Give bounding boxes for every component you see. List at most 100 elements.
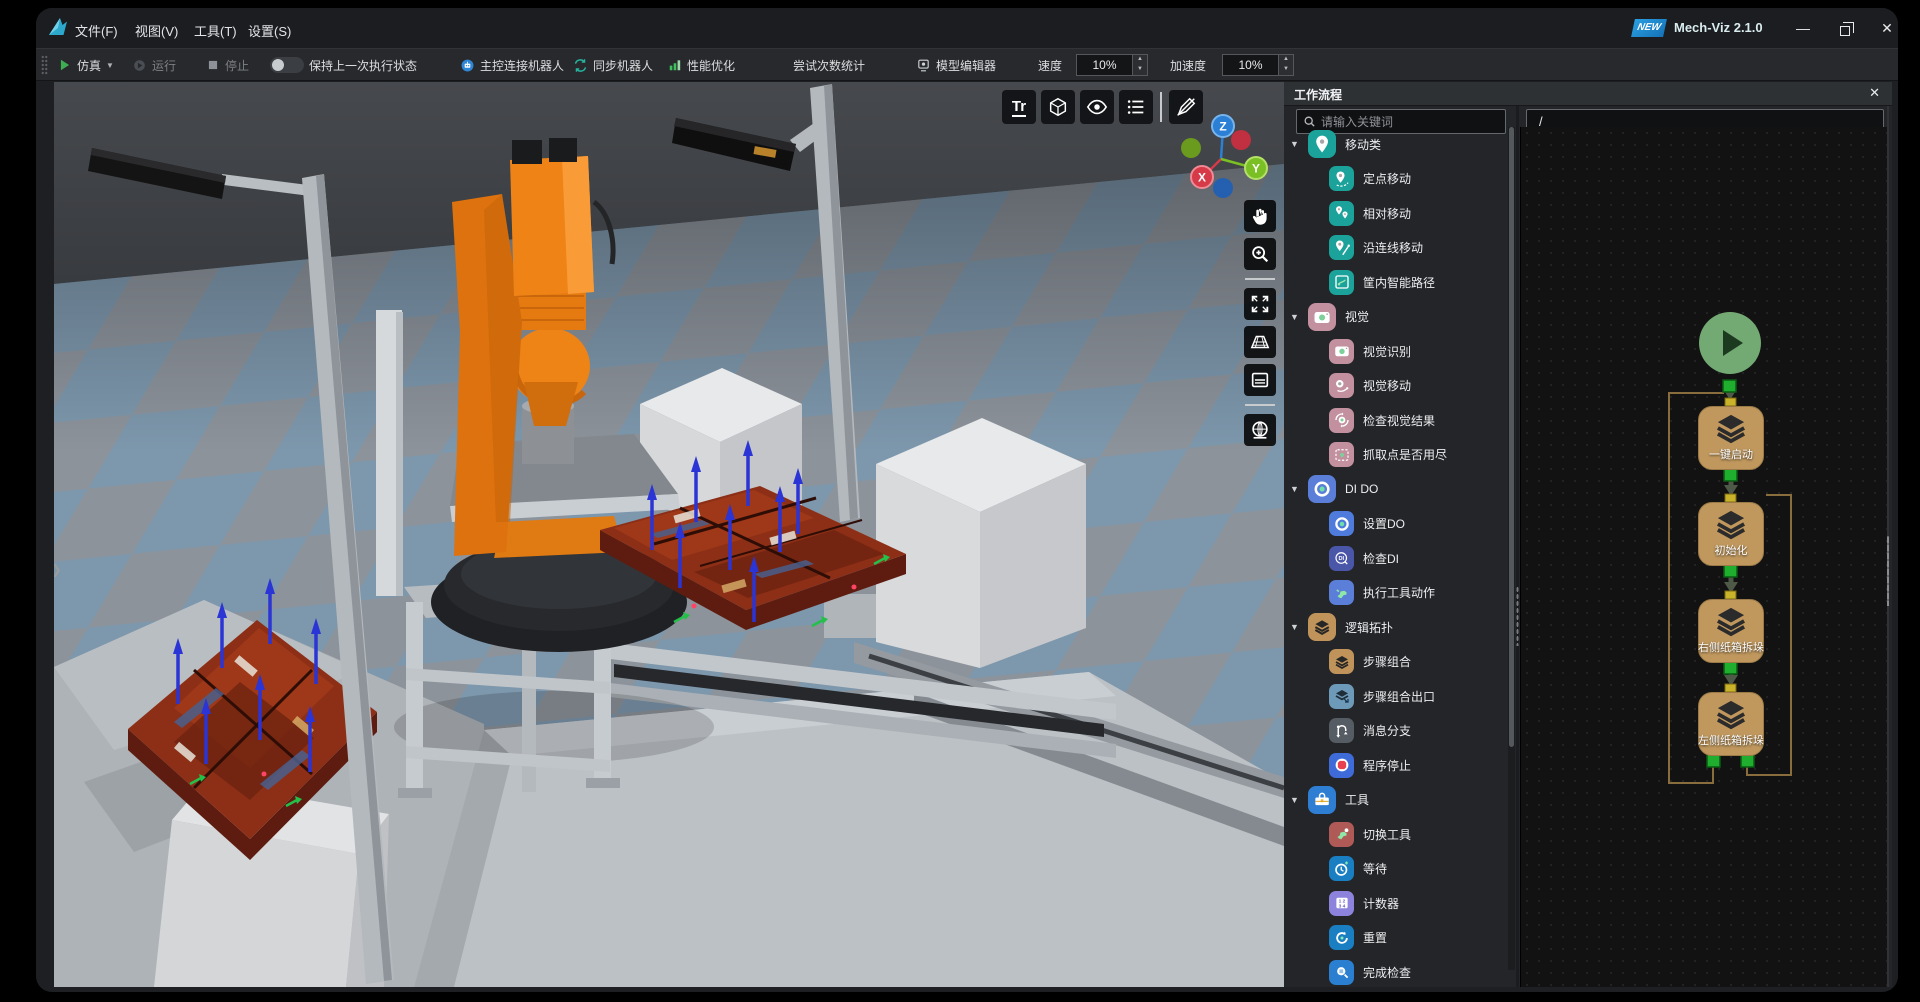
- new-badge: NEW: [1631, 19, 1667, 37]
- model-editor-button[interactable]: 模型编辑器: [916, 49, 996, 81]
- workflow-node[interactable]: 左侧纸箱拆垛: [1698, 692, 1764, 756]
- step-category[interactable]: ▼DI DO: [1284, 472, 1510, 507]
- step-item[interactable]: 沿连线移动: [1284, 231, 1510, 266]
- model-display-button[interactable]: [1041, 90, 1075, 124]
- scene-3d[interactable]: [54, 82, 1284, 987]
- master-connect-robot[interactable]: 主控连接机器人: [460, 49, 564, 81]
- axis-gizmo[interactable]: Z X Y: [1164, 96, 1284, 206]
- axis-ball-x[interactable]: X: [1191, 166, 1213, 188]
- step-item[interactable]: 程序停止: [1284, 748, 1510, 783]
- step-category[interactable]: ▼视觉: [1284, 300, 1510, 335]
- white-box-large[interactable]: [876, 418, 1086, 668]
- collapse-arrow[interactable]: ▼: [1290, 795, 1301, 805]
- simulate-dropdown-icon[interactable]: ▼: [106, 61, 114, 70]
- bar-chart-icon: [668, 58, 682, 72]
- menu-tools[interactable]: 工具(T): [194, 21, 237, 40]
- step-item[interactable]: 相对移动: [1284, 196, 1510, 231]
- collapse-arrow[interactable]: ▼: [1290, 484, 1301, 494]
- workflow-canvas[interactable]: 一键启动初始化右侧纸箱拆垛左侧纸箱拆垛: [1520, 127, 1888, 987]
- step-category[interactable]: ▼移动类: [1284, 127, 1510, 162]
- step-item[interactable]: 步骤组合出口: [1284, 679, 1510, 714]
- vision-check-icon: [1329, 408, 1354, 433]
- axis-ball-neg-x[interactable]: [1231, 130, 1251, 150]
- menu-file[interactable]: 文件(F): [75, 21, 118, 40]
- workflow-node[interactable]: 初始化: [1698, 502, 1764, 566]
- axis-ball-neg-z[interactable]: [1213, 178, 1233, 198]
- cube-icon: [1047, 96, 1069, 118]
- step-list-scrollbar[interactable]: [1508, 127, 1515, 970]
- panel-splitter[interactable]: [1516, 106, 1519, 987]
- step-item[interactable]: 重置: [1284, 921, 1510, 956]
- performance-optimize-button[interactable]: 性能优化: [668, 49, 735, 81]
- step-item[interactable]: 消息分支: [1284, 714, 1510, 749]
- layers-icon: [1308, 613, 1336, 641]
- step-item[interactable]: 定点移动: [1284, 162, 1510, 197]
- speed-spin-buttons[interactable]: ▲▼: [1132, 54, 1148, 76]
- run-icon: [132, 58, 147, 73]
- step-item[interactable]: 切换工具: [1284, 817, 1510, 852]
- step-item[interactable]: DI检查DI: [1284, 541, 1510, 576]
- workflow-node[interactable]: 右侧纸箱拆垛: [1698, 599, 1764, 663]
- step-item[interactable]: 检查视觉结果: [1284, 403, 1510, 438]
- step-item[interactable]: 完成检查: [1284, 955, 1510, 987]
- step-category[interactable]: ▼逻辑拓扑: [1284, 610, 1510, 645]
- step-item[interactable]: 1 23 4计数器: [1284, 886, 1510, 921]
- pan-button[interactable]: [1244, 200, 1276, 232]
- fit-view-button[interactable]: [1244, 288, 1276, 320]
- display-list-button[interactable]: [1119, 90, 1153, 124]
- menu-view[interactable]: 视图(V): [135, 21, 178, 40]
- speed-stepper[interactable]: 10%▲▼: [1076, 49, 1148, 81]
- zoom-in-icon: [1249, 243, 1271, 265]
- step-item[interactable]: 等待: [1284, 852, 1510, 887]
- step-item[interactable]: 抓取点是否用尽: [1284, 438, 1510, 473]
- simulate-button[interactable]: 仿真▼: [58, 49, 114, 81]
- viewport-3d[interactable]: Tr Z X Y: [54, 82, 1284, 987]
- step-item[interactable]: 步骤组合: [1284, 645, 1510, 680]
- step-item[interactable]: 视觉移动: [1284, 369, 1510, 404]
- axis-ball-y[interactable]: Y: [1245, 157, 1267, 179]
- step-category[interactable]: ▼工具: [1284, 783, 1510, 818]
- pin-icon: [1308, 130, 1336, 158]
- attempt-statistics-button[interactable]: 尝试次数统计: [793, 49, 865, 81]
- step-item[interactable]: 筐内智能路径: [1284, 265, 1510, 300]
- restore-button[interactable]: [1830, 16, 1860, 40]
- workflow-play-button[interactable]: [1699, 312, 1761, 374]
- label-display-button[interactable]: Tr: [1002, 90, 1036, 124]
- window-title: Mech-Viz 2.1.0: [1674, 20, 1763, 35]
- side-divider: [1245, 278, 1275, 280]
- left-panel-expand-arrow[interactable]: ❯: [54, 562, 62, 578]
- axis-ball-neg-y[interactable]: [1181, 138, 1201, 158]
- panel-close-icon[interactable]: ✕: [1869, 85, 1880, 101]
- svg-text:Z: Z: [1219, 120, 1226, 134]
- toolbar-grip[interactable]: [41, 55, 48, 75]
- visibility-button[interactable]: [1080, 90, 1114, 124]
- svg-text:3 4: 3 4: [1338, 904, 1345, 910]
- workflow-node[interactable]: 一键启动: [1698, 406, 1764, 470]
- panel-lines-icon: [1249, 369, 1271, 391]
- toggle-switch[interactable]: [270, 57, 304, 73]
- ground-grid-button[interactable]: [1244, 326, 1276, 358]
- collapse-arrow[interactable]: ▼: [1290, 139, 1301, 149]
- step-item[interactable]: 设置DO: [1284, 507, 1510, 542]
- close-button[interactable]: ✕: [1872, 16, 1898, 40]
- zoom-button[interactable]: [1244, 238, 1276, 270]
- scrollbar-thumb[interactable]: [1509, 127, 1514, 747]
- world-view-button[interactable]: [1244, 414, 1276, 446]
- keep-last-state-toggle[interactable]: 保持上一次执行状态: [270, 49, 417, 81]
- axis-ball-z[interactable]: Z: [1212, 115, 1234, 137]
- minimize-button[interactable]: —: [1788, 16, 1818, 40]
- step-item[interactable]: 执行工具动作: [1284, 576, 1510, 611]
- svg-text:DI: DI: [1338, 556, 1344, 562]
- collapse-arrow[interactable]: ▼: [1290, 312, 1301, 322]
- stop-button[interactable]: 停止: [206, 49, 249, 81]
- sync-robot-button[interactable]: 同步机器人: [573, 49, 653, 81]
- panel-view-button[interactable]: [1244, 364, 1276, 396]
- speed-label: 速度: [1038, 49, 1062, 81]
- menu-settings[interactable]: 设置(S): [248, 21, 291, 40]
- step-item[interactable]: 视觉识别: [1284, 334, 1510, 369]
- collapse-arrow[interactable]: ▼: [1290, 622, 1301, 632]
- panel-right-splitter[interactable]: [1887, 106, 1889, 987]
- run-button[interactable]: 运行: [132, 49, 176, 81]
- accel-stepper[interactable]: 10%▲▼: [1222, 49, 1294, 81]
- accel-spin-buttons[interactable]: ▲▼: [1278, 54, 1294, 76]
